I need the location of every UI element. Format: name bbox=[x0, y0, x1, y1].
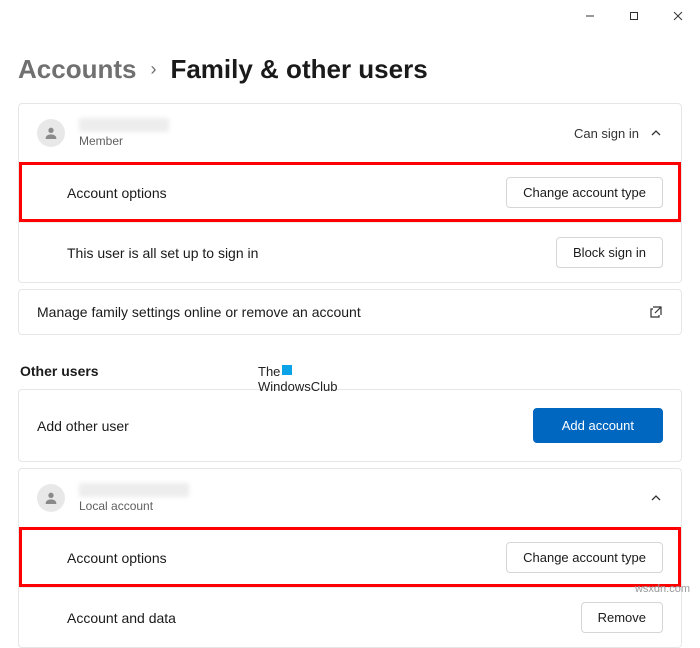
account-options-row-other: Account options Change account type bbox=[19, 527, 681, 587]
remove-button[interactable]: Remove bbox=[581, 602, 663, 633]
other-user-card: Local account Account options Change acc… bbox=[18, 468, 682, 648]
family-user-header[interactable]: Member Can sign in bbox=[19, 104, 681, 162]
family-user-name-redacted bbox=[79, 118, 169, 132]
change-account-type-button[interactable]: Change account type bbox=[506, 177, 663, 208]
other-user-info: Local account bbox=[79, 483, 649, 513]
site-watermark: wsxdn.com bbox=[635, 583, 690, 595]
add-other-user-label: Add other user bbox=[37, 418, 533, 434]
other-user-header[interactable]: Local account bbox=[19, 469, 681, 527]
other-user-role: Local account bbox=[79, 499, 649, 513]
manage-family-card[interactable]: Manage family settings online or remove … bbox=[18, 289, 682, 335]
family-user-status: Can sign in bbox=[574, 126, 639, 141]
chevron-up-icon bbox=[649, 492, 663, 504]
account-options-row: Account options Change account type bbox=[19, 162, 681, 222]
family-user-info: Member bbox=[79, 118, 574, 148]
chevron-right-icon: › bbox=[150, 59, 156, 80]
breadcrumb-parent[interactable]: Accounts bbox=[18, 54, 136, 85]
account-options-label: Account options bbox=[67, 185, 506, 201]
other-user-name-redacted bbox=[79, 483, 189, 497]
page-title: Family & other users bbox=[170, 54, 427, 85]
signin-status-row: This user is all set up to sign in Block… bbox=[19, 222, 681, 282]
account-data-label: Account and data bbox=[67, 610, 581, 626]
user-avatar-icon bbox=[37, 484, 65, 512]
account-data-row: Account and data Remove bbox=[19, 587, 681, 647]
other-users-title: Other users bbox=[20, 363, 682, 379]
family-user-card: Member Can sign in Account options Chang… bbox=[18, 103, 682, 283]
signin-status-text: This user is all set up to sign in bbox=[67, 245, 556, 261]
manage-family-row[interactable]: Manage family settings online or remove … bbox=[19, 290, 681, 334]
add-account-button[interactable]: Add account bbox=[533, 408, 663, 443]
chevron-up-icon bbox=[649, 127, 663, 139]
titlebar bbox=[0, 0, 700, 30]
family-user-role: Member bbox=[79, 134, 574, 148]
change-account-type-button-other[interactable]: Change account type bbox=[506, 542, 663, 573]
minimize-button[interactable] bbox=[568, 2, 612, 30]
add-other-user-card: Add other user Add account bbox=[18, 389, 682, 462]
breadcrumb: Accounts › Family & other users bbox=[18, 54, 682, 85]
block-signin-button[interactable]: Block sign in bbox=[556, 237, 663, 268]
close-button[interactable] bbox=[656, 2, 700, 30]
manage-family-label: Manage family settings online or remove … bbox=[37, 304, 649, 320]
add-other-user-row: Add other user Add account bbox=[19, 390, 681, 461]
user-avatar-icon bbox=[37, 119, 65, 147]
external-link-icon bbox=[649, 305, 663, 319]
account-options-label-other: Account options bbox=[67, 550, 506, 566]
content-area: Accounts › Family & other users Member C… bbox=[0, 54, 700, 648]
maximize-button[interactable] bbox=[612, 2, 656, 30]
